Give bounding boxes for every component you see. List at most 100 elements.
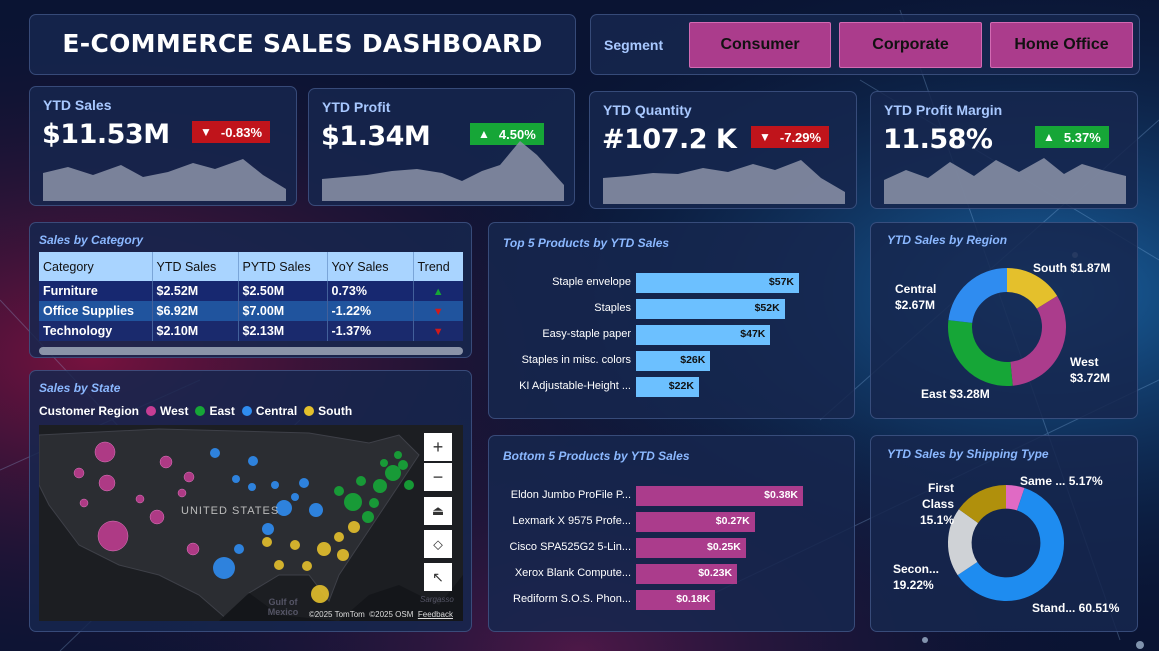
donut-label-standard: Stand... 60.51% (1032, 601, 1120, 615)
donut-slice[interactable] (948, 268, 1008, 324)
kpi-label: YTD Profit (322, 99, 391, 115)
bar-row[interactable]: Staples in misc. colors $26K (489, 351, 859, 371)
kpi-card-ytd-sales: YTD Sales $11.53M ▼ -0.83% (29, 86, 297, 206)
kpi-change: 4.50% (498, 126, 536, 142)
legend-item: West (160, 404, 189, 418)
kpi-change: 5.37% (1063, 129, 1101, 145)
bar-label: Staples (594, 302, 631, 314)
category-cell: Furniture (39, 281, 153, 301)
donut-slice[interactable] (948, 509, 979, 576)
bar[interactable]: $0.25K (636, 538, 746, 558)
bar[interactable]: $0.27K (636, 512, 755, 532)
donut-slice[interactable] (958, 484, 1007, 524)
kpi-sparkline (884, 158, 1126, 204)
bar-row[interactable]: Easy-staple paper $47K (489, 325, 859, 345)
top-products-card: Top 5 Products by YTD Sales Staple envel… (488, 222, 855, 419)
bar-value-label: $52K (754, 302, 780, 314)
table-row[interactable]: Technology $2.10M $2.13M -1.37% ▼ (39, 321, 463, 341)
legend-item: East (209, 404, 235, 418)
segment-button-corporate[interactable]: Corporate (839, 22, 982, 68)
tilt-button[interactable]: ⏏ (424, 497, 452, 525)
column-header[interactable]: YTD Sales (152, 252, 239, 281)
kpi-card-ytd-profit-margin: YTD Profit Margin 11.58% ▲ 5.37% (870, 91, 1138, 209)
compass-button[interactable]: ⬦ (424, 530, 452, 558)
segment-label: Segment (604, 37, 664, 53)
trend-cell: ▼ (413, 321, 463, 341)
bar-label: Lexmark X 9575 Profe... (512, 515, 631, 527)
sales-by-state-card: Sales by State Customer Region West East… (29, 370, 472, 632)
select-tool-button[interactable]: ↖ (424, 563, 452, 591)
feedback-link[interactable]: Feedback (418, 610, 453, 619)
kpi-change-badge: ▲ 5.37% (1035, 126, 1109, 148)
bar-row[interactable]: Eldon Jumbo ProFile P... $0.38K (489, 486, 859, 506)
kpi-card-ytd-profit: YTD Profit $1.34M ▲ 4.50% (308, 88, 575, 206)
donut-slice[interactable] (1009, 296, 1066, 386)
donut-slice[interactable] (948, 320, 1013, 386)
kpi-sparkline (322, 141, 564, 201)
bar-label: Rediform S.O.S. Phon... (513, 593, 631, 605)
bar-row[interactable]: Lexmark X 9575 Profe... $0.27K (489, 512, 859, 532)
segment-button-home-office[interactable]: Home Office (990, 22, 1133, 68)
bar-label: Eldon Jumbo ProFile P... (510, 489, 631, 501)
category-cell: Office Supplies (39, 301, 153, 321)
bar[interactable]: $0.23K (636, 564, 738, 584)
column-header[interactable]: Category (39, 252, 153, 281)
category-table: Category YTD Sales PYTD Sales YoY Sales … (39, 252, 463, 341)
legend-dot-south (304, 406, 315, 416)
kpi-value: #107.2 K (602, 124, 737, 155)
donut-label-first: First Class 15.1% (919, 481, 954, 527)
attribution-tomtom: ©2025 TomTom (308, 610, 365, 619)
yoy-sales-cell: 0.73% (327, 281, 414, 301)
donut-label-second: Secon... 19.22% (893, 562, 940, 592)
column-header[interactable]: PYTD Sales (238, 252, 328, 281)
trend-down-icon: ▼ (432, 306, 444, 318)
horizontal-scrollbar[interactable] (39, 347, 463, 355)
trend-up-icon: ▲ (432, 286, 444, 298)
donut-slice[interactable] (1006, 268, 1058, 310)
card-title: Top 5 Products by YTD Sales (503, 236, 670, 250)
zoom-out-button[interactable]: − (424, 463, 452, 491)
bar-label: Cisco SPA525G2 5-Lin... (509, 541, 631, 553)
table-row[interactable]: Office Supplies $6.92M $7.00M -1.22% ▼ (39, 301, 463, 321)
bar[interactable]: $47K (636, 325, 771, 345)
down-arrow-icon: ▼ (759, 130, 771, 144)
bar-row[interactable]: Rediform S.O.S. Phon... $0.18K (489, 590, 859, 610)
map-country-label: UNITED STATES (181, 505, 280, 517)
bar[interactable]: $52K (636, 299, 785, 319)
bar[interactable]: $26K (636, 351, 711, 371)
up-arrow-icon: ▲ (478, 127, 490, 141)
bar-row[interactable]: Staple envelope $57K (489, 273, 859, 293)
bar-value-label: $47K (740, 328, 766, 340)
kpi-label: YTD Quantity (603, 102, 692, 118)
column-header[interactable]: YoY Sales (327, 252, 414, 281)
kpi-sparkline (603, 160, 845, 204)
pytd-sales-cell: $2.50M (238, 281, 328, 301)
ytd-sales-cell: $2.52M (152, 281, 239, 301)
bar[interactable]: $0.18K (636, 590, 716, 610)
bar-row[interactable]: Staples $52K (489, 299, 859, 319)
bar[interactable]: $0.38K (636, 486, 803, 506)
legend-item: South (318, 404, 353, 418)
donut-label-east: East $3.28M (921, 387, 990, 401)
bar-row[interactable]: Xerox Blank Compute... $0.23K (489, 564, 859, 584)
column-header[interactable]: Trend (413, 252, 463, 281)
map-attribution: ©2025 TomTom ©2025 OSM Feedback (309, 610, 453, 619)
segment-button-consumer[interactable]: Consumer (689, 22, 831, 68)
table-row[interactable]: Furniture $2.52M $2.50M 0.73% ▲ (39, 281, 463, 301)
legend-dot-east (195, 406, 206, 416)
bar-value-label: $22K (668, 380, 694, 392)
pytd-sales-cell: $7.00M (238, 301, 328, 321)
bar-row[interactable]: Cisco SPA525G2 5-Lin... $0.25K (489, 538, 859, 558)
kpi-label: YTD Profit Margin (884, 102, 1003, 118)
kpi-card-ytd-quantity: YTD Quantity #107.2 K ▼ -7.29% (589, 91, 857, 209)
zoom-in-button[interactable]: + (424, 433, 452, 461)
yoy-sales-cell: -1.22% (327, 301, 414, 321)
bar-label: Easy-staple paper (542, 328, 631, 340)
card-title: YTD Sales by Region (887, 233, 1008, 247)
bar-row[interactable]: KI Adjustable-Height ... $22K (489, 377, 859, 397)
donut-slice[interactable] (1005, 484, 1025, 511)
us-state-map[interactable]: UNITED STATES Gulf of Mexico Sargasso + … (39, 425, 463, 621)
bar[interactable]: $57K (636, 273, 799, 293)
bar[interactable]: $22K (636, 377, 699, 397)
up-arrow-icon: ▲ (1043, 130, 1055, 144)
